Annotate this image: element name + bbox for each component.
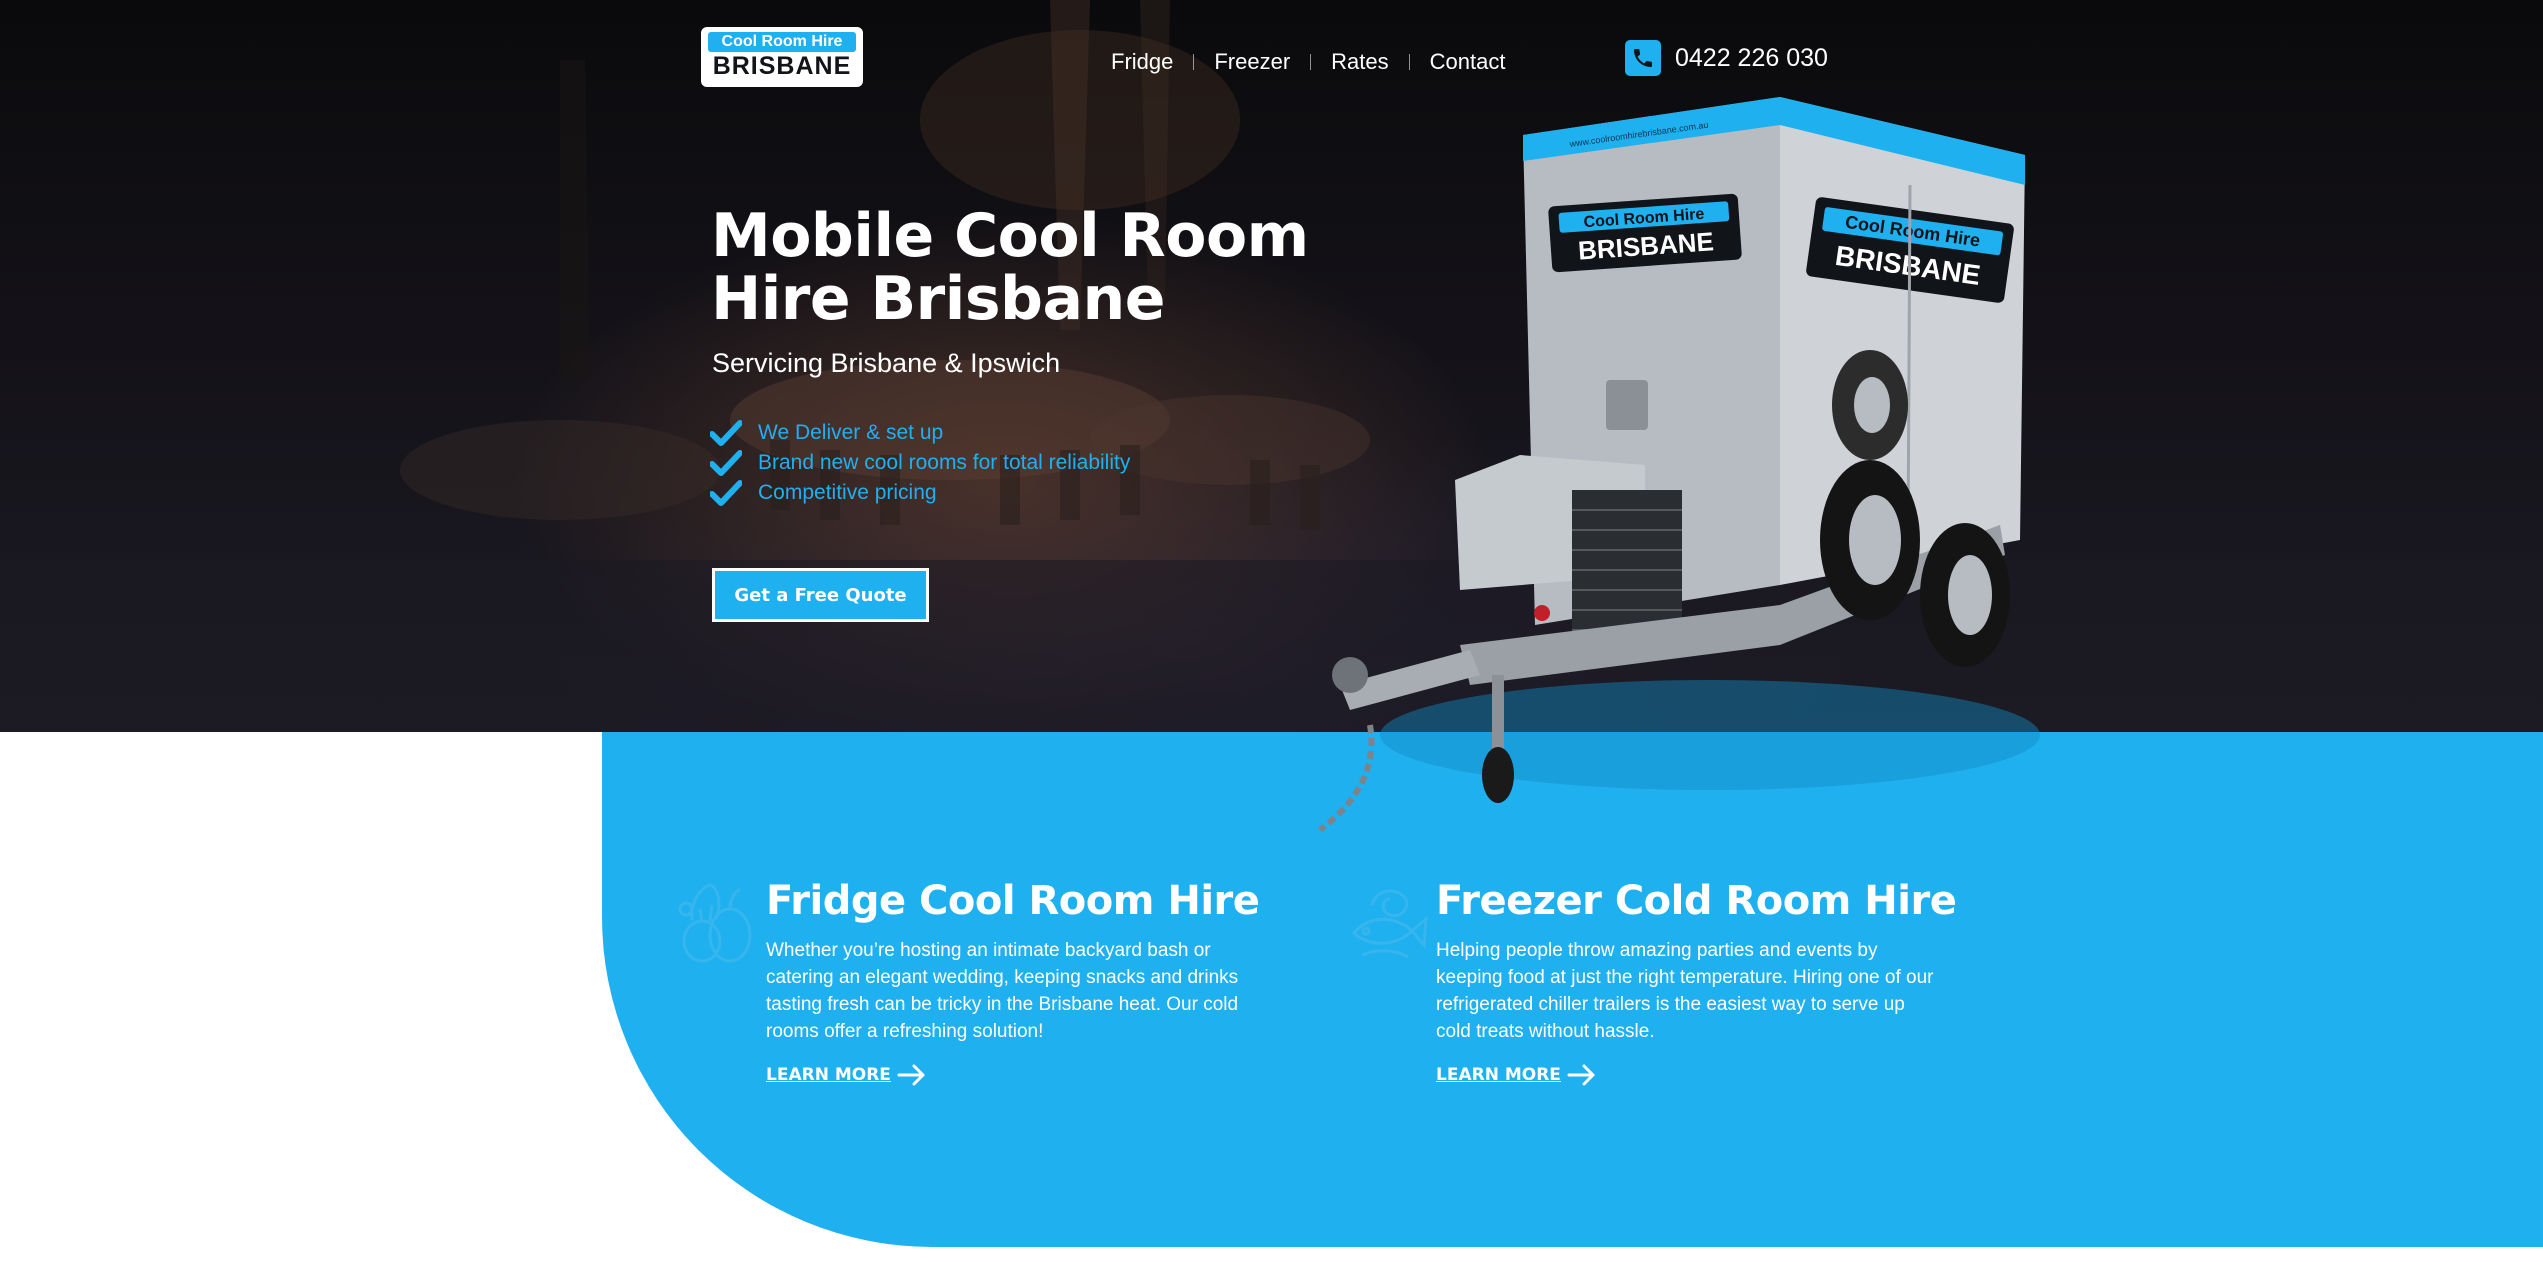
feature-list: We Deliver & set up Brand new cool rooms… [710,418,1130,508]
produce-icon [678,883,752,963]
feature-item: Brand new cool rooms for total reliabili… [710,448,1130,478]
nav-divider [1193,54,1195,70]
site-logo[interactable]: Cool Room Hire BRISBANE [701,27,863,87]
card-title: Fridge Cool Room Hire [766,878,1260,924]
get-quote-button[interactable]: Get a Free Quote [712,568,929,622]
nav-item-freezer[interactable]: Freezer [1214,49,1290,75]
learn-more-label: LEARN MORE [766,1065,891,1085]
hero-subtitle: Servicing Brisbane & Ipswich [712,348,1061,378]
learn-more-link[interactable]: LEARN MORE [1436,1063,1597,1087]
phone-link[interactable]: 0422 226 030 [1625,40,1828,76]
nav-divider [1408,54,1410,70]
card-description: Helping people throw amazing parties and… [1436,940,1934,1042]
feature-text: Competitive pricing [758,481,937,504]
main-nav: Fridge Freezer Rates Contact [1111,44,1505,80]
hero-section: Cool Room Hire BRISBANE Fridge Freezer R… [0,0,2543,732]
feature-text: Brand new cool rooms for total reliabili… [758,451,1131,474]
phone-icon [1625,40,1661,76]
arrow-right-icon [897,1064,925,1086]
feature-item: Competitive pricing [710,478,1130,508]
check-icon [710,480,742,506]
nav-item-fridge[interactable]: Fridge [1111,49,1173,75]
card-description: Whether you’re hosting an intimate backy… [766,940,1239,1042]
learn-more-link[interactable]: LEARN MORE [766,1063,927,1087]
learn-more-label: LEARN MORE [1436,1065,1561,1085]
arrow-right-icon [1567,1064,1595,1086]
card-title: Freezer Cold Room Hire [1436,878,1957,924]
feature-item: We Deliver & set up [710,418,1130,448]
nav-divider [1310,54,1312,70]
phone-number: 0422 226 030 [1675,43,1828,72]
nav-item-rates[interactable]: Rates [1331,49,1388,75]
logo-bottom-text: BRISBANE [712,52,852,80]
nav-item-contact[interactable]: Contact [1430,49,1506,75]
fridge-card-body: Fridge Cool Room Hire Whether you’re hos… [766,875,1276,1087]
event-background-image [0,0,2543,732]
logo-top-text: Cool Room Hire [708,32,856,52]
freezer-card-body: Freezer Cold Room Hire Helping people th… [1436,875,1957,1087]
seafood-icon [1352,889,1428,959]
hero-title: Mobile Cool Room Hire Brisbane [711,201,1309,334]
check-icon [710,450,742,476]
cool-room-trailer-image: www.coolroomhirebrisbane.com.au Cool Roo… [1318,97,2040,833]
check-icon [710,420,742,446]
feature-text: We Deliver & set up [758,421,944,444]
